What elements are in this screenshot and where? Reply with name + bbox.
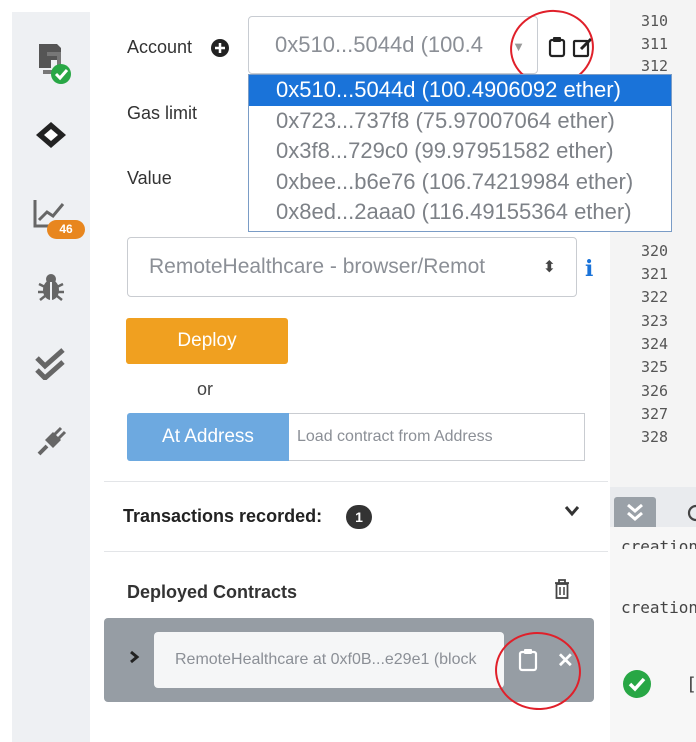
- line-number: 325: [641, 358, 669, 376]
- clear-console-icon[interactable]: [686, 504, 696, 527]
- line-number: 311: [641, 35, 669, 53]
- sort-arrows-icon: ⬍: [542, 259, 556, 276]
- line-number: 321: [641, 265, 669, 283]
- deploy-run-icon[interactable]: [12, 120, 90, 150]
- chevron-right-icon[interactable]: [128, 650, 140, 669]
- analysis-badge: 46: [47, 220, 85, 239]
- at-address-button[interactable]: At Address: [127, 413, 289, 461]
- trash-icon[interactable]: [553, 578, 571, 605]
- account-selected-value: 0x510...5044d (100.4: [275, 32, 483, 57]
- account-dropdown[interactable]: 0x510...5044d (100.4906092 ether) 0x723.…: [248, 74, 672, 232]
- account-option[interactable]: 0x723...737f8 (75.97007064 ether): [249, 106, 671, 137]
- console-output: [610, 527, 696, 742]
- contract-selected-value: RemoteHealthcare - browser/Remot: [149, 255, 486, 278]
- gas-limit-label: Gas limit: [127, 103, 198, 123]
- transactions-label: Transactions recorded:: [123, 506, 323, 526]
- collapse-console-button[interactable]: [614, 497, 656, 531]
- deploy-button[interactable]: Deploy: [126, 318, 288, 364]
- line-number: 323: [641, 312, 669, 330]
- line-number: 322: [641, 288, 669, 306]
- divider: [104, 481, 608, 482]
- divider: [104, 551, 608, 552]
- account-option[interactable]: 0xbee...b6e76 (106.74219984 ether): [249, 167, 671, 198]
- account-option[interactable]: 0x8ed...2aaa0 (116.49155364 ether): [249, 197, 671, 228]
- debugger-icon[interactable]: [12, 272, 90, 304]
- account-label: Account: [127, 37, 193, 57]
- load-address-input[interactable]: Load contract from Address: [289, 413, 585, 461]
- or-text: or: [197, 379, 214, 399]
- line-number: 326: [641, 382, 669, 400]
- plugin-icon[interactable]: [12, 424, 90, 460]
- account-select[interactable]: 0x510...5044d (100.4 ▼: [248, 16, 538, 74]
- console-line: creation: [621, 537, 696, 549]
- contract-select[interactable]: RemoteHealthcare - browser/Remot ⬍: [127, 237, 577, 297]
- deployed-contracts-label: Deployed Contracts: [127, 582, 298, 602]
- line-number: 327: [641, 405, 669, 423]
- line-number: 320: [641, 242, 669, 260]
- testing-icon[interactable]: [12, 348, 90, 380]
- success-check-icon: [622, 669, 652, 704]
- line-number: 312: [641, 57, 669, 75]
- console-line: [: [686, 674, 696, 695]
- account-option[interactable]: 0x3f8...729c0 (99.97951582 ether): [249, 136, 671, 167]
- console-line: creation: [621, 598, 696, 617]
- info-icon[interactable]: i: [585, 256, 593, 282]
- transactions-count-badge: 1: [346, 505, 372, 529]
- value-label: Value: [127, 168, 172, 188]
- add-account-icon[interactable]: [210, 38, 230, 63]
- line-number: 310: [641, 12, 669, 30]
- compiler-icon[interactable]: [12, 38, 90, 86]
- chevron-down-icon[interactable]: [564, 500, 580, 523]
- line-number: 324: [641, 335, 669, 353]
- line-number: 328: [641, 428, 669, 446]
- instance-name[interactable]: RemoteHealthcare at 0xf0B...e29e1 (block: [154, 632, 504, 688]
- account-option[interactable]: 0x510...5044d (100.4906092 ether): [249, 75, 671, 106]
